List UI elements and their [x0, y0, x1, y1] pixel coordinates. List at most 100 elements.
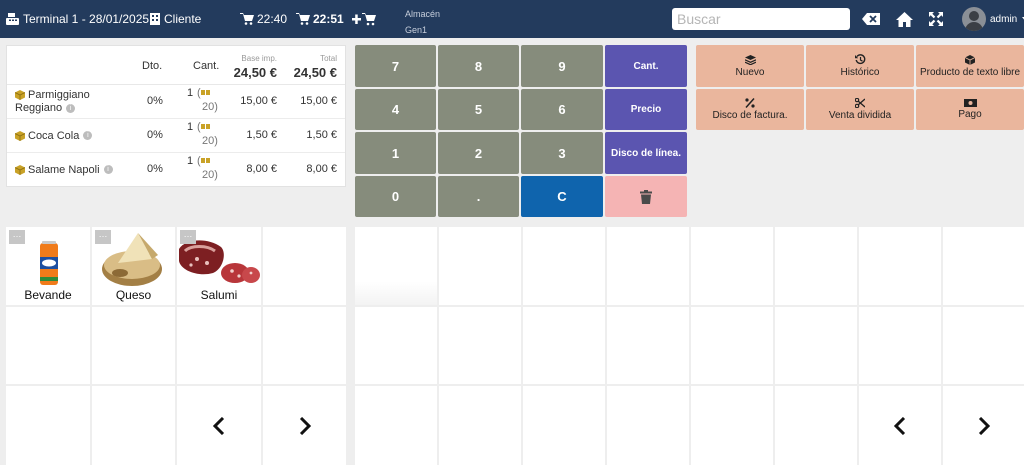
key-9[interactable]: 9 — [521, 45, 603, 87]
product-tile-empty — [943, 307, 1024, 384]
family-tile-empty — [92, 307, 175, 384]
line-stock-count: 20 — [202, 135, 215, 147]
line-base: 8,00 € — [246, 163, 277, 175]
payment-action[interactable]: Pago — [916, 89, 1024, 130]
family-options-button[interactable]: … — [95, 230, 111, 244]
header-discount: Dto. — [142, 60, 163, 72]
key-2[interactable]: 2 — [438, 132, 519, 174]
line-discount: 0% — [147, 95, 163, 107]
chevron-left-icon — [213, 416, 225, 435]
line-quantity[interactable]: 1 — [187, 121, 193, 133]
percent-icon — [745, 98, 755, 108]
info-icon[interactable]: i — [83, 131, 93, 141]
family-tile-salumi[interactable]: … Salumi — [177, 227, 261, 305]
header-base-value: 24,50 € — [233, 65, 277, 80]
stock-boxes-icon — [200, 124, 210, 129]
money-bill-icon — [963, 99, 977, 107]
product-tile-empty — [439, 386, 521, 465]
line-quantity[interactable]: 1 — [187, 155, 193, 167]
product-tile-empty — [439, 307, 521, 384]
product-tile-empty — [607, 227, 689, 305]
line-discount: 0% — [147, 129, 163, 141]
product-tile-empty — [523, 227, 605, 305]
avatar — [962, 7, 986, 31]
backspace-icon — [862, 13, 880, 25]
delete-line-button[interactable] — [605, 176, 687, 217]
fullscreen-button[interactable] — [929, 0, 943, 38]
ticket-line[interactable]: Parmiggiano Reggiano i 0% 1 ( 20) 15,00 €… — [7, 85, 345, 119]
free-text-product-action[interactable]: Producto de texto libre — [916, 45, 1024, 87]
product-tile-empty — [523, 307, 605, 384]
families-prev-page-button[interactable] — [177, 386, 261, 465]
products-next-page-button[interactable] — [943, 386, 1024, 465]
ticket-tab-2[interactable]: 22:51 — [296, 0, 344, 38]
line-stock-count: 20 — [202, 101, 215, 113]
key-3[interactable]: 3 — [521, 132, 603, 174]
family-label: Salumi — [200, 288, 238, 302]
history-action[interactable]: Histórico — [806, 45, 914, 87]
client-selector[interactable]: Cliente — [150, 0, 201, 38]
line-total: 8,00 € — [306, 163, 337, 175]
family-tile-empty — [6, 307, 90, 384]
user-menu[interactable]: admin — [962, 0, 1024, 38]
families-next-page-button[interactable] — [263, 386, 346, 465]
header-total-label: Total — [320, 54, 337, 63]
free-text-product-label: Producto de texto libre — [919, 66, 1021, 78]
box-icon — [965, 54, 975, 65]
home-button[interactable] — [896, 0, 913, 38]
search-input[interactable] — [672, 8, 850, 30]
ticket-line[interactable]: Salame Napoli i 0% 1 ( 20) 8,00 € 8,00 € — [7, 153, 345, 187]
price-mode-button[interactable]: Precio — [605, 89, 687, 130]
product-tile-empty — [775, 386, 857, 465]
cart-icon — [296, 13, 310, 25]
quantity-mode-button[interactable]: Cant. — [605, 45, 687, 87]
product-tile-empty — [607, 386, 689, 465]
invoice-discount-label: Disco de factura. — [712, 110, 788, 121]
products-prev-page-button[interactable] — [859, 386, 941, 465]
cart-icon — [240, 13, 254, 25]
chevron-right-icon — [299, 416, 311, 435]
new-ticket-label: Nuevo — [735, 66, 765, 78]
product-tile-empty — [859, 227, 941, 305]
key-1[interactable]: 1 — [355, 132, 436, 174]
key-decimal[interactable]: . — [438, 176, 519, 217]
info-icon[interactable]: i — [103, 165, 113, 175]
family-label: Bevande — [24, 288, 72, 302]
ticket-line[interactable]: Coca Cola i 0% 1 ( 20) 1,50 € 1,50 € — [7, 119, 345, 153]
invoice-discount-action[interactable]: Disco de factura. — [696, 89, 804, 130]
ticket-tab-1[interactable]: 22:40 — [240, 0, 287, 38]
stock-boxes-icon — [200, 90, 210, 95]
product-tile-empty — [775, 227, 857, 305]
key-4[interactable]: 4 — [355, 89, 436, 130]
split-sale-action[interactable]: Venta dividida — [806, 89, 914, 130]
header-total-value: 24,50 € — [293, 65, 337, 80]
line-product-name: Parmiggiano Reggiano — [15, 89, 90, 114]
family-tile-bevande[interactable]: … Bevande — [6, 227, 90, 305]
line-discount: 0% — [147, 163, 163, 175]
line-quantity[interactable]: 1 — [187, 87, 193, 99]
header-base-label: Base imp. — [241, 54, 277, 63]
new-ticket-button[interactable] — [352, 0, 376, 38]
line-discount-mode-button[interactable]: Disco de línea. — [605, 132, 687, 174]
key-7[interactable]: 7 — [355, 45, 436, 87]
key-0[interactable]: 0 — [355, 176, 436, 217]
family-tile-queso[interactable]: … Queso — [92, 227, 175, 305]
trash-icon — [640, 189, 652, 204]
key-5[interactable]: 5 — [438, 89, 519, 130]
family-tile-empty — [263, 227, 346, 305]
family-options-button[interactable]: … — [180, 230, 196, 244]
key-6[interactable]: 6 — [521, 89, 603, 130]
terminal-label: Terminal 1 - 28/01/2025 — [23, 12, 150, 26]
clear-button[interactable]: C — [521, 176, 603, 217]
history-icon — [854, 54, 865, 65]
terminal-selector[interactable]: Terminal 1 - 28/01/2025 — [6, 0, 149, 38]
clear-search-button[interactable] — [862, 0, 880, 38]
username: admin — [990, 13, 1018, 25]
key-8[interactable]: 8 — [438, 45, 519, 87]
product-tile-empty — [607, 307, 689, 384]
line-stock: ( — [197, 121, 211, 133]
family-options-button[interactable]: … — [9, 230, 25, 244]
product-tile-empty — [355, 227, 437, 305]
new-ticket-action[interactable]: Nuevo — [696, 45, 804, 87]
info-icon[interactable]: i — [66, 103, 76, 113]
